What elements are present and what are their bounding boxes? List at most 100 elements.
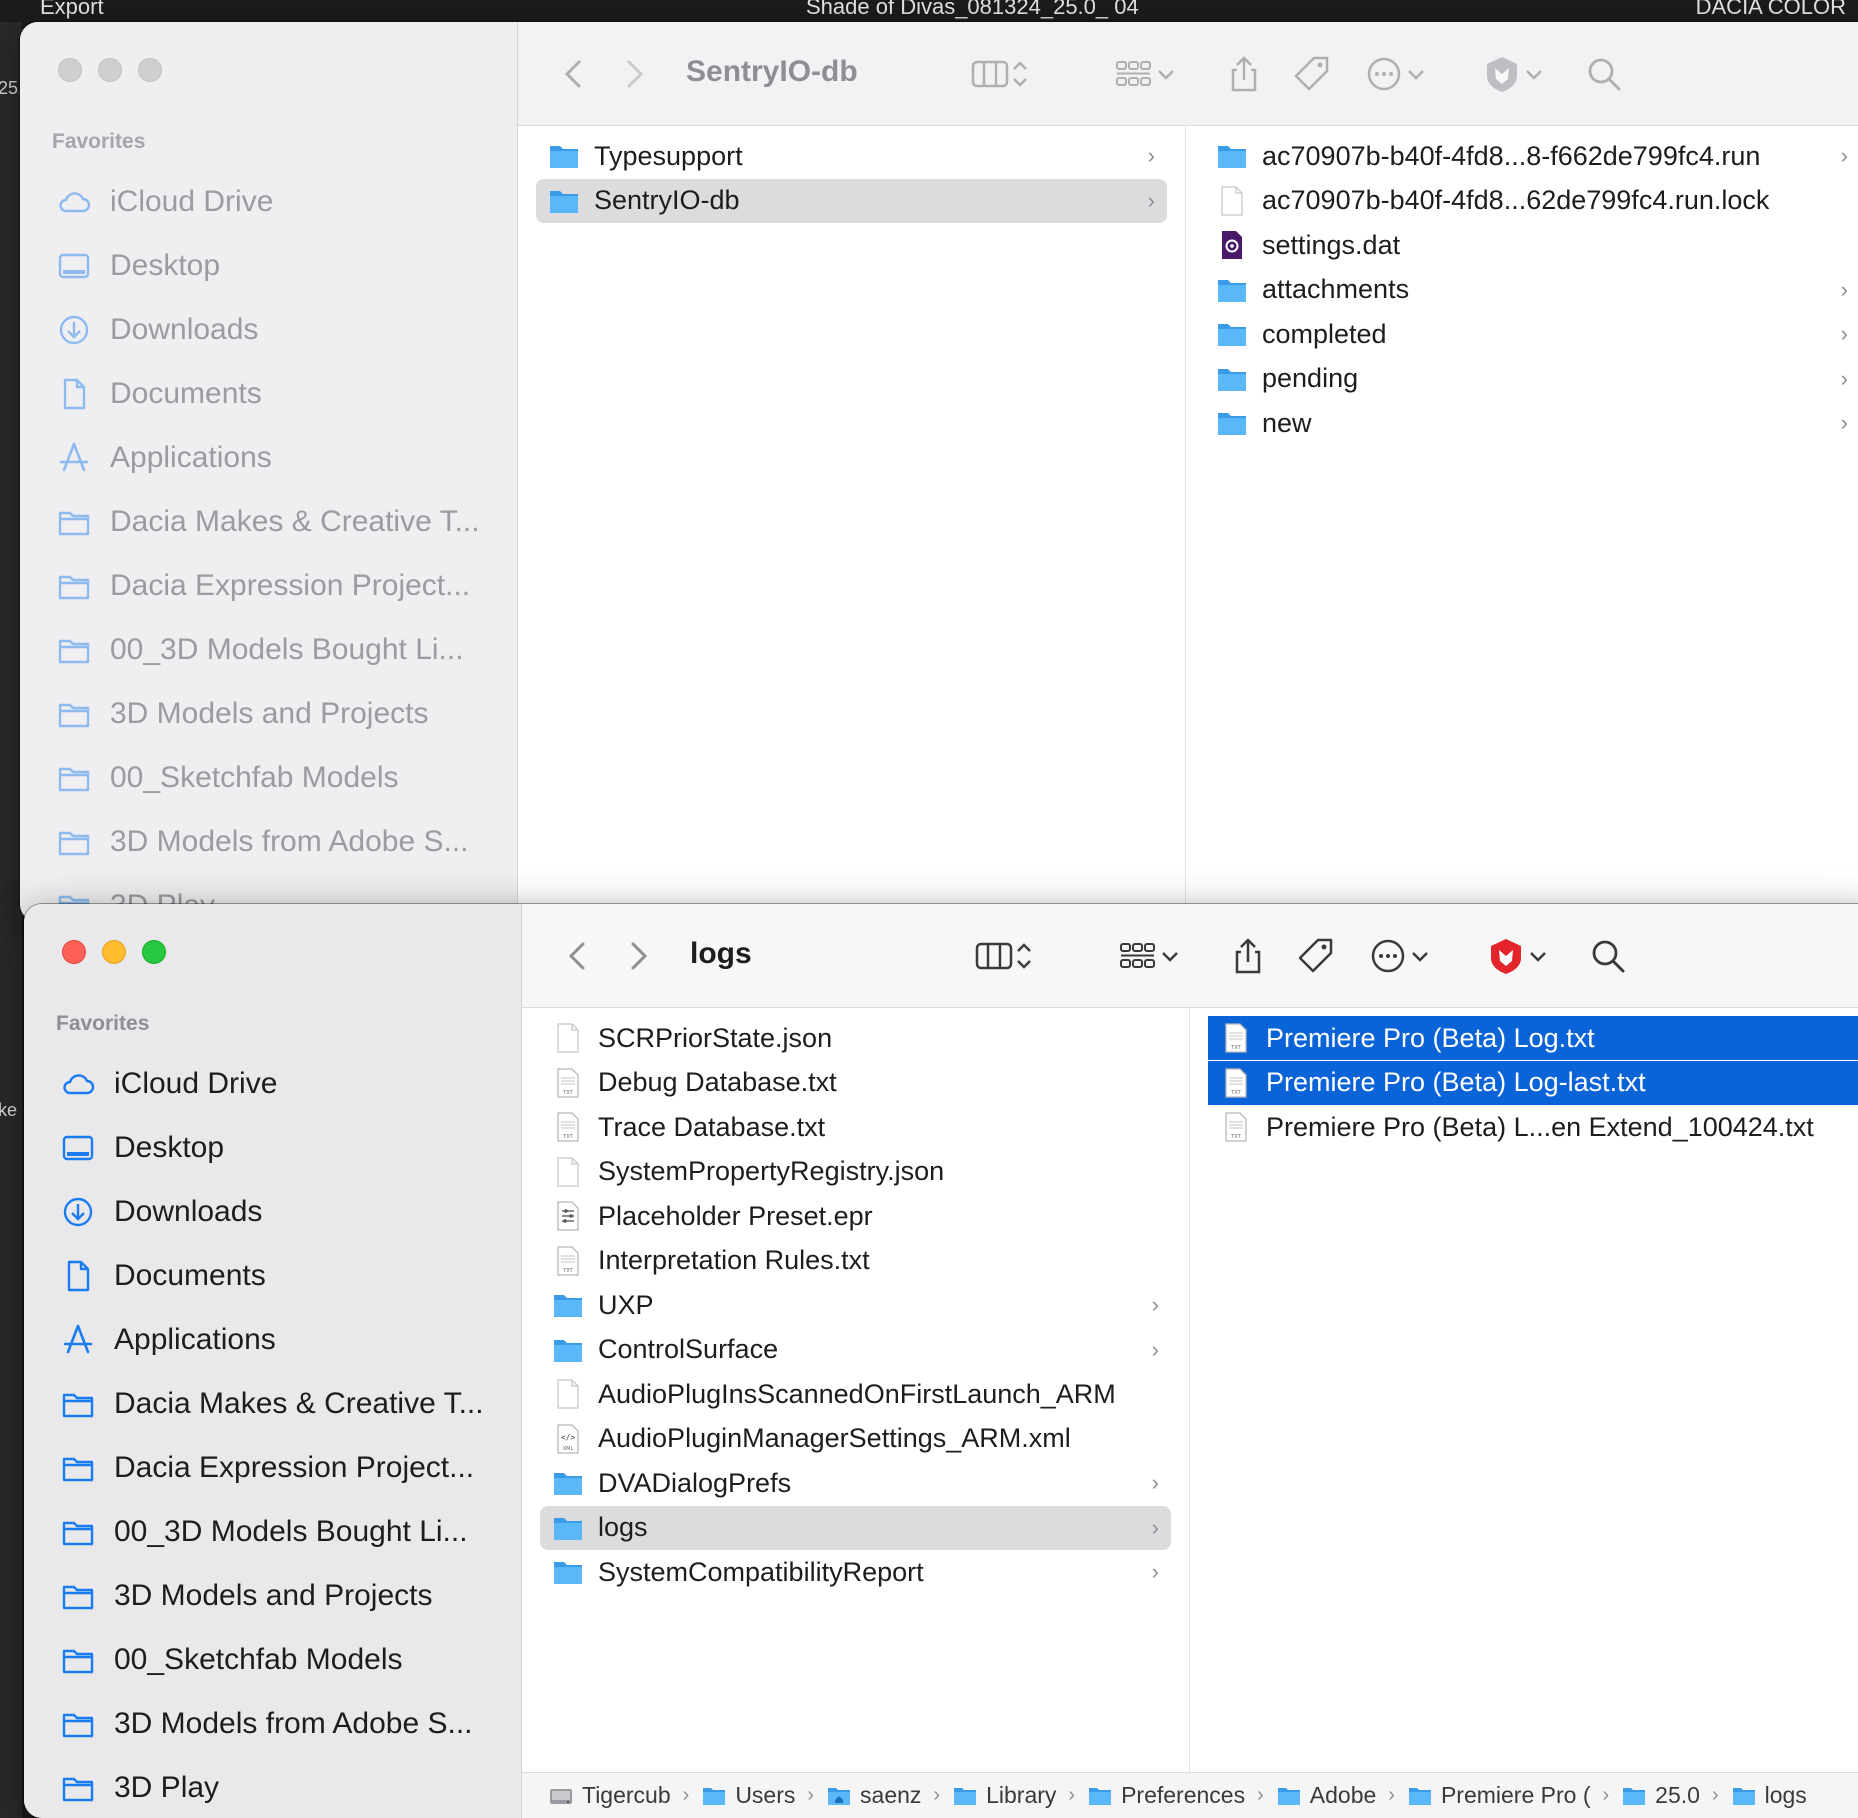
file-row[interactable]: TXT Interpretation Rules.txt bbox=[540, 1239, 1171, 1283]
sidebar-item-3d-models-from-adobe-s[interactable]: 3D Models from Adobe S... bbox=[20, 810, 518, 874]
file-icon bbox=[552, 1022, 584, 1054]
columns-icon bbox=[971, 60, 1009, 88]
file-row[interactable]: SentryIO-db › bbox=[536, 178, 1167, 223]
path-crumb[interactable]: Library › bbox=[952, 1782, 1087, 1809]
forward-button[interactable] bbox=[614, 52, 654, 96]
file-row[interactable]: completed › bbox=[1204, 312, 1858, 356]
view-column-button[interactable] bbox=[974, 934, 1034, 978]
file-row[interactable]: TXT Premiere Pro (Beta) L...en Extend_100… bbox=[1208, 1105, 1858, 1149]
folder-icon bbox=[54, 630, 94, 670]
sidebar-item-3d-play[interactable]: 3D Play bbox=[24, 1756, 522, 1818]
file-row[interactable]: TXT Debug Database.txt bbox=[540, 1061, 1171, 1105]
sidebar-item-desktop[interactable]: Desktop bbox=[20, 234, 518, 298]
share-button[interactable] bbox=[1228, 934, 1268, 978]
group-button[interactable] bbox=[1118, 934, 1182, 978]
sidebar-item-applications[interactable]: Applications bbox=[20, 426, 518, 490]
window-controls bbox=[62, 940, 166, 964]
file-row[interactable]: new › bbox=[1204, 401, 1858, 445]
file-row[interactable]: TXT Trace Database.txt bbox=[540, 1105, 1171, 1149]
sidebar-item-label: 3D Models and Projects bbox=[114, 1579, 433, 1612]
back-button[interactable] bbox=[554, 52, 594, 96]
path-crumb[interactable]: Adobe › bbox=[1276, 1782, 1407, 1809]
sidebar-item-downloads[interactable]: Downloads bbox=[24, 1180, 522, 1244]
sidebar-item-icloud-drive[interactable]: iCloud Drive bbox=[20, 170, 518, 234]
path-crumb[interactable]: Premiere Pro (› bbox=[1407, 1782, 1621, 1809]
sidebar-item-00-sketchfab-models[interactable]: 00_Sketchfab Models bbox=[24, 1628, 522, 1692]
sidebar-item-00-sketchfab-models[interactable]: 00_Sketchfab Models bbox=[20, 746, 518, 810]
tag-button[interactable] bbox=[1296, 934, 1336, 978]
file-row[interactable]: Typesupport › bbox=[536, 134, 1167, 178]
file-row[interactable]: SystemCompatibilityReport › bbox=[540, 1550, 1171, 1594]
file-name: Typesupport bbox=[594, 140, 743, 171]
share-button[interactable] bbox=[1224, 52, 1264, 96]
sidebar-item-downloads[interactable]: Downloads bbox=[20, 298, 518, 362]
view-column-button[interactable] bbox=[970, 52, 1030, 96]
minimize-button[interactable] bbox=[102, 940, 126, 964]
file-row[interactable]: TXT Premiere Pro (Beta) Log-last.txt bbox=[1208, 1060, 1858, 1105]
sidebar-item-dacia-expression-project[interactable]: Dacia Expression Project... bbox=[20, 554, 518, 618]
sidebar-item-documents[interactable]: Documents bbox=[24, 1244, 522, 1308]
sidebar-item-applications[interactable]: Applications bbox=[24, 1308, 522, 1372]
more-actions-button[interactable] bbox=[1368, 934, 1432, 978]
sidebar-item-dacia-makes-creative-t[interactable]: Dacia Makes & Creative T... bbox=[20, 490, 518, 554]
path-crumb[interactable]: Preferences › bbox=[1087, 1782, 1276, 1809]
sidebar-item-3d-models-from-adobe-s[interactable]: 3D Models from Adobe S... bbox=[24, 1692, 522, 1756]
search-button[interactable] bbox=[1588, 934, 1628, 978]
ellipsis-circle-icon bbox=[1371, 939, 1405, 973]
file-row[interactable]: Placeholder Preset.epr bbox=[540, 1194, 1171, 1238]
file-row[interactable]: TXT Premiere Pro (Beta) Log.txt bbox=[1208, 1016, 1858, 1060]
path-crumb[interactable]: logs bbox=[1731, 1782, 1807, 1809]
path-crumb[interactable]: 25.0 › bbox=[1621, 1782, 1730, 1809]
search-button[interactable] bbox=[1584, 52, 1624, 96]
folder-icon bbox=[54, 566, 94, 606]
file-row[interactable]: ac70907b-b40f-4fd8...8-f662de799fc4.run › bbox=[1204, 134, 1858, 178]
cloud-icon bbox=[54, 182, 94, 222]
path-crumb[interactable]: saenz › bbox=[826, 1782, 952, 1809]
folder-icon bbox=[54, 502, 94, 542]
column-2: ac70907b-b40f-4fd8...8-f662de799fc4.run ›… bbox=[1186, 126, 1858, 922]
file-row[interactable]: AudioPlugInsScannedOnFirstLaunch_ARM bbox=[540, 1372, 1171, 1416]
file-name: Placeholder Preset.epr bbox=[598, 1200, 873, 1231]
path-crumb[interactable]: Tigercub › bbox=[548, 1782, 701, 1809]
sidebar-item-dacia-expression-project[interactable]: Dacia Expression Project... bbox=[24, 1436, 522, 1500]
zoom-button[interactable] bbox=[138, 58, 162, 82]
sidebar-item-dacia-makes-creative-t[interactable]: Dacia Makes & Creative T... bbox=[24, 1372, 522, 1436]
tag-icon bbox=[1294, 56, 1329, 91]
sidebar-item-desktop[interactable]: Desktop bbox=[24, 1116, 522, 1180]
file-row[interactable]: ac70907b-b40f-4fd8...62de799fc4.run.lock bbox=[1204, 179, 1858, 223]
zoom-button[interactable] bbox=[142, 940, 166, 964]
sidebar-item-00-3d-models-bought-li[interactable]: 00_3D Models Bought Li... bbox=[20, 618, 518, 682]
file-row[interactable]: logs › bbox=[540, 1505, 1171, 1550]
sidebar-item-00-3d-models-bought-li[interactable]: 00_3D Models Bought Li... bbox=[24, 1500, 522, 1564]
sidebar-item-documents[interactable]: Documents bbox=[20, 362, 518, 426]
file-row[interactable]: pending › bbox=[1204, 357, 1858, 401]
extension-button[interactable] bbox=[1486, 934, 1550, 978]
sidebar-item-3d-models-and-projects[interactable]: 3D Models and Projects bbox=[20, 682, 518, 746]
file-row[interactable]: </> XML AudioPluginManagerSettings_ARM.xml bbox=[540, 1417, 1171, 1461]
file-row[interactable]: settings.dat bbox=[1204, 223, 1858, 267]
file-row[interactable]: attachments › bbox=[1204, 268, 1858, 312]
group-button[interactable] bbox=[1114, 52, 1178, 96]
close-button[interactable] bbox=[58, 58, 82, 82]
file-row[interactable]: SystemPropertyRegistry.json bbox=[540, 1150, 1171, 1194]
path-crumb[interactable]: Users › bbox=[701, 1782, 826, 1809]
tag-button[interactable] bbox=[1292, 52, 1332, 96]
sidebar-item-label: Applications bbox=[110, 441, 272, 474]
path-crumb-label: Premiere Pro ( bbox=[1440, 1782, 1591, 1808]
file-row[interactable]: UXP › bbox=[540, 1283, 1171, 1327]
file-row[interactable]: ControlSurface › bbox=[540, 1328, 1171, 1372]
minimize-button[interactable] bbox=[98, 58, 122, 82]
column-1: Typesupport › SentryIO-db › bbox=[518, 126, 1186, 922]
forward-button[interactable] bbox=[618, 934, 658, 978]
back-button[interactable] bbox=[558, 934, 598, 978]
menu-right-label[interactable]: DACIA COLOR bbox=[1696, 0, 1846, 20]
more-actions-button[interactable] bbox=[1364, 52, 1428, 96]
file-row[interactable]: SCRPriorState.json bbox=[540, 1016, 1171, 1060]
sidebar-item-3d-models-and-projects[interactable]: 3D Models and Projects bbox=[24, 1564, 522, 1628]
menu-left-label[interactable]: Export bbox=[40, 0, 104, 20]
extension-button[interactable] bbox=[1482, 52, 1546, 96]
file-row[interactable]: DVADialogPrefs › bbox=[540, 1461, 1171, 1505]
favorites-heading: Favorites bbox=[56, 1012, 150, 1035]
close-button[interactable] bbox=[62, 940, 86, 964]
sidebar-item-icloud-drive[interactable]: iCloud Drive bbox=[24, 1052, 522, 1116]
